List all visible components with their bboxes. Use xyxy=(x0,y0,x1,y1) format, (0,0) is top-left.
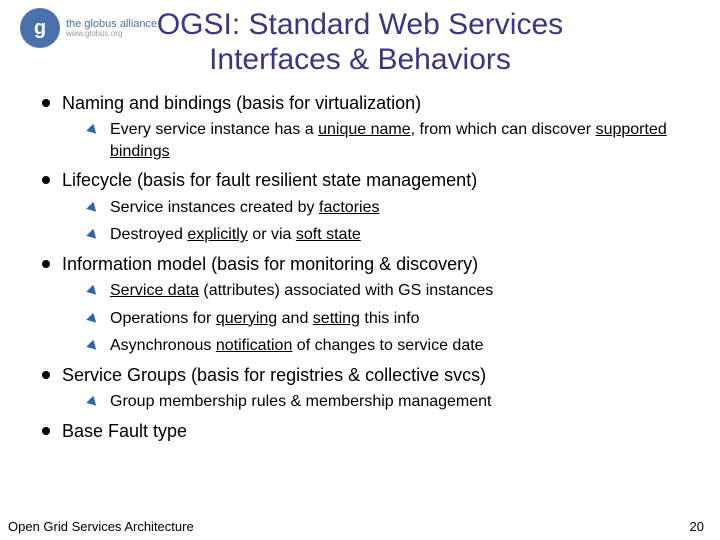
logo-line2: www.globus.org xyxy=(66,30,157,39)
bullet-label: Base Fault type xyxy=(62,421,187,441)
logo: g the globus alliance www.globus.org xyxy=(20,8,157,48)
bullet-item: Lifecycle (basis for fault resilient sta… xyxy=(40,168,690,245)
logo-text: the globus alliance www.globus.org xyxy=(66,18,157,39)
bullet-item: Information model (basis for monitoring … xyxy=(40,252,690,357)
sub-item: Asynchronous notification of changes to … xyxy=(88,335,690,357)
page-number: 20 xyxy=(690,519,704,534)
sub-item: Every service instance has a unique name… xyxy=(88,119,690,162)
sub-item: Service instances created by factories xyxy=(88,197,690,219)
title-line-1: OGSI: Standard Web Services xyxy=(157,8,563,41)
bullet-label: Naming and bindings (basis for virtualiz… xyxy=(62,93,421,113)
sub-list: Service instances created by factories De… xyxy=(62,193,690,246)
bullet-item: Naming and bindings (basis for virtualiz… xyxy=(40,91,690,162)
sub-item: Operations for querying and setting this… xyxy=(88,308,690,330)
bullet-label: Information model (basis for monitoring … xyxy=(62,254,478,274)
logo-line1: the globus alliance xyxy=(66,18,157,30)
sub-item: Service data (attributes) associated wit… xyxy=(88,280,690,302)
footer-text: Open Grid Services Architecture xyxy=(8,519,194,534)
bullet-label: Lifecycle (basis for fault resilient sta… xyxy=(62,170,477,190)
bullet-item: Service Groups (basis for registries & c… xyxy=(40,363,690,413)
bullet-label: Service Groups (basis for registries & c… xyxy=(62,365,486,385)
title-line-2: Interfaces & Behaviors xyxy=(209,43,511,76)
bullet-list: Naming and bindings (basis for virtualiz… xyxy=(40,91,690,443)
sub-list: Every service instance has a unique name… xyxy=(62,115,690,162)
sub-item: Group membership rules & membership mana… xyxy=(88,391,690,413)
sub-list: Service data (attributes) associated wit… xyxy=(62,276,690,357)
bullet-item: Base Fault type xyxy=(40,419,690,443)
content-area: Naming and bindings (basis for virtualiz… xyxy=(0,77,720,443)
globus-icon: g xyxy=(20,8,60,48)
sub-list: Group membership rules & membership mana… xyxy=(62,387,690,413)
sub-item: Destroyed explicitly or via soft state xyxy=(88,224,690,246)
